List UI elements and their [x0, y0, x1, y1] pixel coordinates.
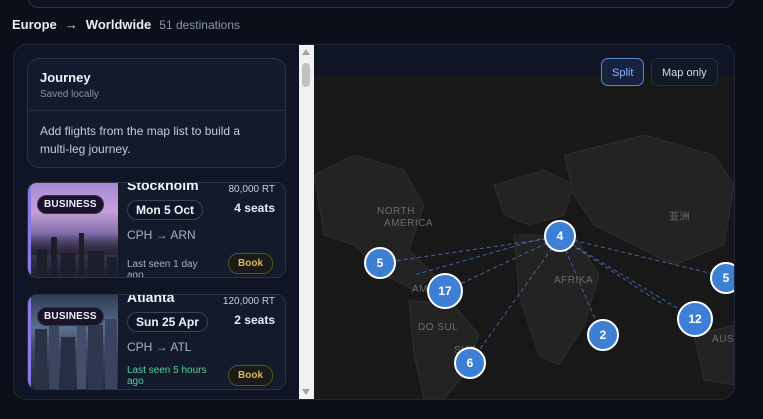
route-origin: Europe — [12, 17, 57, 32]
map-graphic — [314, 134, 734, 399]
destination-count: 51 destinations — [159, 18, 241, 32]
world-map[interactable]: NORTH AMERICA AMERICA DO SUL SUR AFRIKA … — [314, 75, 734, 399]
map-cluster[interactable]: 5 — [710, 262, 734, 294]
price: 120,000 RT — [222, 296, 275, 307]
map-cluster[interactable]: 12 — [677, 301, 713, 337]
journey-description: Add flights from the map list to build a… — [40, 124, 241, 156]
destination-city: Atlanta — [127, 294, 175, 305]
destination-map[interactable]: NORTH AMERICA AMERICA DO SUL SUR AFRIKA … — [314, 45, 734, 399]
flight-card-stockholm[interactable]: BUSINESS Stockholm 80,000 RT Mon 5 Oct 4… — [27, 182, 286, 278]
journey-subtitle: Saved locally — [40, 89, 99, 100]
book-button[interactable]: Book — [228, 253, 273, 274]
flight-route: CPH → ATL — [127, 340, 192, 354]
journey-title: Journey — [40, 70, 91, 85]
last-seen: Last seen 1 day ago — [127, 259, 198, 278]
last-seen: Last seen 5 hours ago — [127, 365, 207, 387]
scroll-up-icon[interactable] — [302, 49, 310, 55]
cabin-badge: BUSINESS — [37, 307, 104, 326]
departure-date: Mon 5 Oct — [127, 200, 204, 220]
map-label: AUST — [712, 334, 734, 345]
flight-list: Journey Saved locally Add flights from t… — [14, 45, 299, 399]
map-only-button[interactable]: Map only — [651, 58, 718, 86]
map-label: AMERICA — [384, 218, 434, 229]
flight-card-atlanta[interactable]: BUSINESS Atlanta 120,000 RT Sun 25 Apr 2… — [27, 294, 286, 390]
map-cluster[interactable]: 4 — [544, 220, 576, 252]
seats-available: 4 seats — [234, 201, 275, 215]
book-button[interactable]: Book — [228, 365, 273, 386]
results-panel: Journey Saved locally Add flights from t… — [13, 44, 735, 400]
map-label: AFRIKA — [554, 275, 594, 286]
list-scrollbar[interactable] — [299, 45, 314, 399]
cabin-badge: BUSINESS — [37, 195, 104, 214]
map-label: DO SUL — [418, 322, 459, 333]
scroll-down-icon[interactable] — [302, 389, 310, 395]
map-cluster[interactable]: 17 — [427, 273, 463, 309]
price: 80,000 RT — [228, 184, 275, 195]
destination-city: Stockholm — [127, 182, 199, 193]
map-label: NORTH — [377, 206, 415, 217]
map-cluster[interactable]: 2 — [587, 319, 619, 351]
flight-route: CPH → ARN — [127, 228, 196, 242]
journey-card: Journey Saved locally Add flights from t… — [27, 58, 286, 168]
map-cluster[interactable]: 5 — [364, 247, 396, 279]
map-label: 亚洲 — [669, 212, 690, 223]
seats-available: 2 seats — [234, 313, 275, 327]
search-bar-edge[interactable] — [28, 0, 734, 8]
map-cluster[interactable]: 6 — [454, 347, 486, 379]
route-summary: Europe → Worldwide 51 destinations — [12, 17, 240, 32]
route-destination: Worldwide — [85, 17, 152, 32]
journey-divider — [28, 110, 285, 111]
scroll-thumb[interactable] — [302, 63, 310, 87]
route-arrow: → — [64, 17, 78, 32]
departure-date: Sun 25 Apr — [127, 312, 208, 332]
split-view-button[interactable]: Split — [601, 58, 645, 86]
